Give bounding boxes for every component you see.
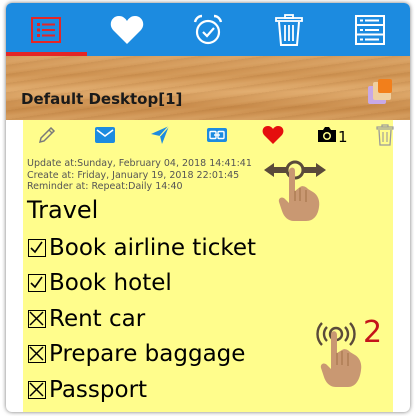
- checklist-item[interactable]: Book hotel: [27, 266, 256, 302]
- delete-note-button[interactable]: [376, 123, 394, 151]
- tab-favorites[interactable]: [87, 3, 168, 56]
- edit-button[interactable]: [37, 126, 57, 148]
- tap-hand-icon: [314, 317, 370, 394]
- stacked-squares-icon[interactable]: [366, 78, 396, 108]
- note-metadata: Update at:Sunday, February 04, 2018 14:4…: [27, 158, 252, 193]
- checklist-item-text: Book hotel: [49, 270, 172, 297]
- heart-icon: [262, 125, 284, 150]
- updated-at: Update at:Sunday, February 04, 2018 14:4…: [27, 158, 252, 169]
- tab-trash[interactable]: [248, 3, 329, 56]
- trash-icon: [376, 123, 394, 151]
- note-title: Travel: [27, 196, 99, 224]
- alarm-clock-icon: [192, 14, 224, 46]
- checked-box-icon[interactable]: [28, 274, 46, 293]
- send-icon: [150, 125, 170, 150]
- share-button[interactable]: [150, 125, 170, 150]
- list-icon: [31, 16, 62, 43]
- checklist: Book airline ticket Book hotel Rent car …: [27, 230, 256, 408]
- checklist-item-text: Rent car: [49, 305, 146, 332]
- desktop-title[interactable]: Default Desktop[1]: [21, 90, 182, 108]
- heart-icon: [110, 15, 144, 45]
- unchecked-box-icon[interactable]: [28, 380, 46, 399]
- unchecked-box-icon[interactable]: [28, 345, 46, 364]
- note-toolbar: 1: [23, 120, 394, 154]
- mail-icon: [94, 126, 116, 149]
- checklist-item[interactable]: Passport: [27, 372, 256, 408]
- checklist-item-text: Passport: [49, 376, 148, 403]
- swipe-hand-icon: [262, 155, 328, 228]
- trash-icon: [274, 13, 303, 46]
- app-window: Default Desktop[1] 1 Update at:Sunday, F…: [6, 3, 410, 412]
- checked-box-icon[interactable]: [28, 238, 46, 257]
- reminder-at: Reminder at: Repeat:Daily 14:40: [27, 181, 183, 192]
- tab-reminders[interactable]: [168, 3, 249, 56]
- unchecked-box-icon[interactable]: [28, 309, 46, 328]
- created-at: Create at: Friday, January 19, 2018 22:0…: [27, 169, 240, 181]
- tab-desktops[interactable]: [329, 3, 410, 56]
- server-list-icon: [354, 14, 385, 45]
- desktop-header: Default Desktop[1]: [6, 56, 410, 120]
- checklist-item[interactable]: Rent car: [27, 301, 256, 337]
- tab-list[interactable]: [6, 3, 87, 56]
- camera-icon: [317, 126, 337, 148]
- tap-count-label: 2: [363, 315, 383, 350]
- checklist-item-text: Book airline ticket: [49, 234, 257, 261]
- photo-button[interactable]: 1: [317, 126, 348, 148]
- link-button[interactable]: [206, 126, 228, 148]
- photo-count: 1: [338, 128, 348, 146]
- tab-bar: [6, 3, 410, 56]
- checklist-item-text: Prepare baggage: [49, 341, 246, 368]
- favorite-button[interactable]: [262, 125, 284, 150]
- link-icon: [206, 126, 228, 149]
- checklist-item[interactable]: Book airline ticket: [27, 230, 256, 266]
- checklist-item[interactable]: Prepare baggage: [27, 337, 256, 373]
- pencil-icon: [37, 125, 57, 150]
- email-button[interactable]: [94, 126, 116, 148]
